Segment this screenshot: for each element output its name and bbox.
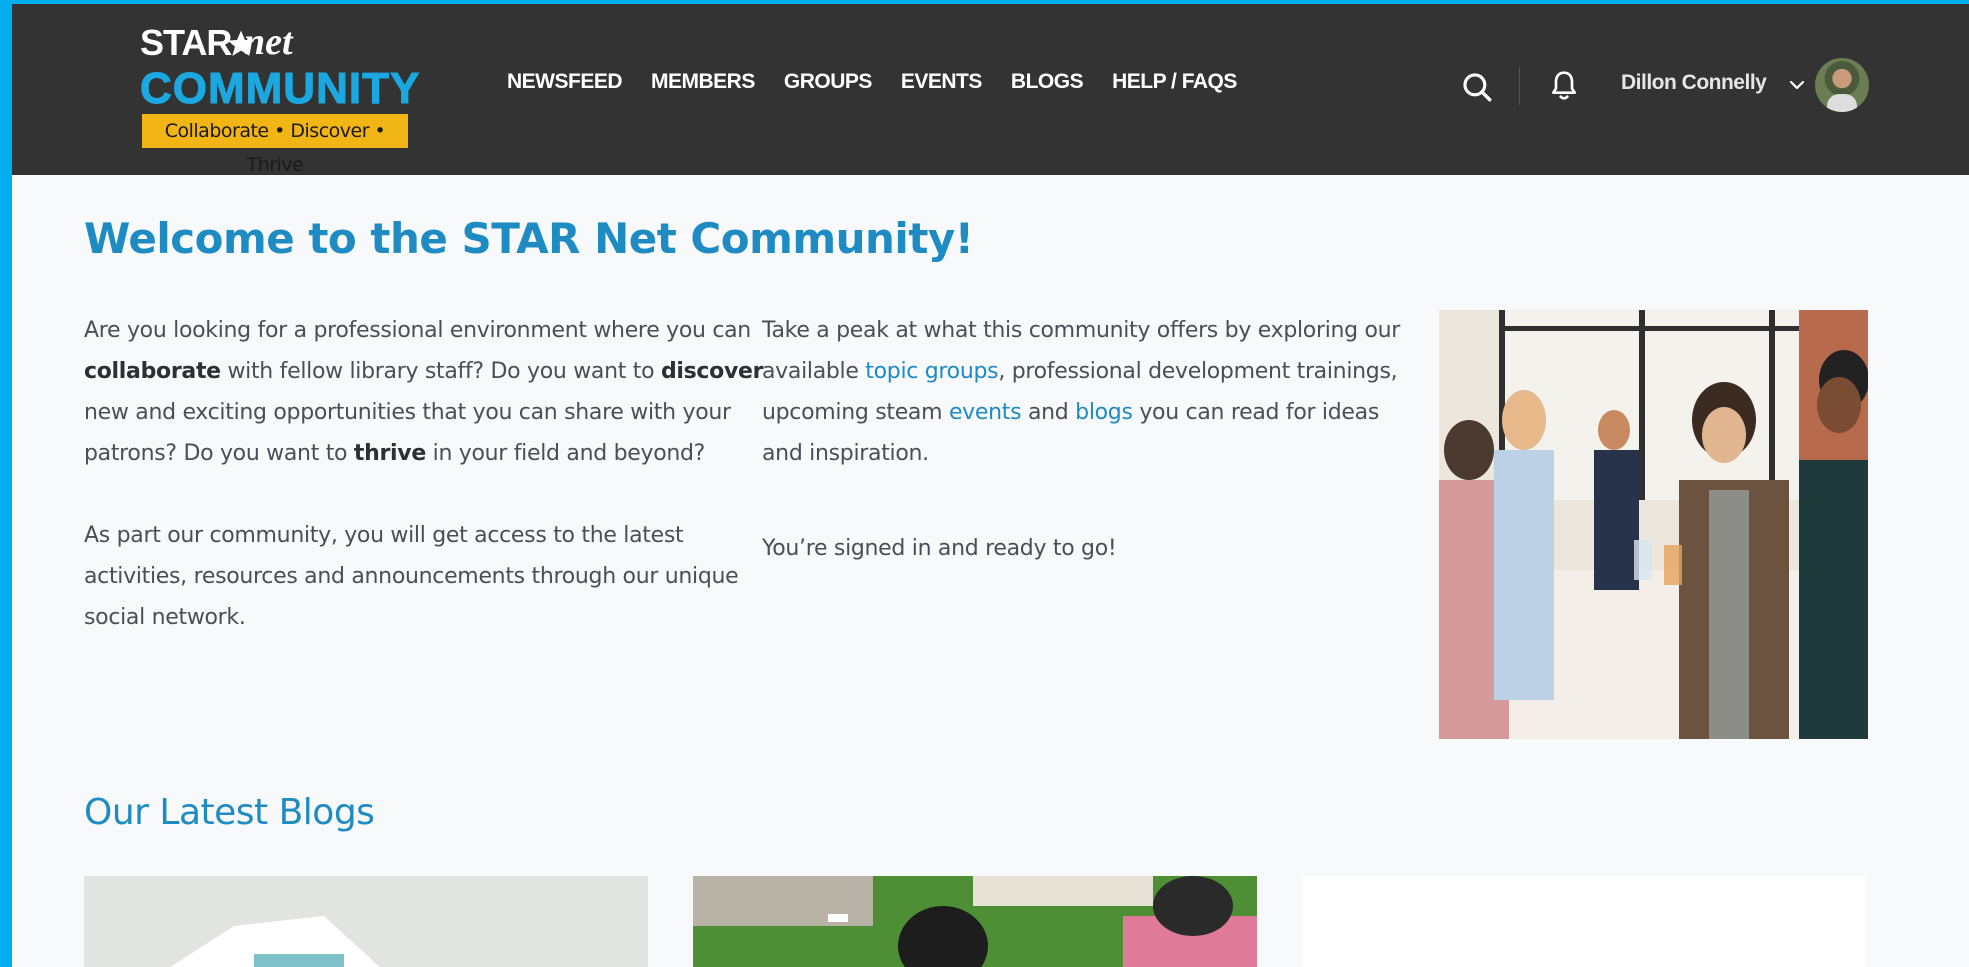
chevron-down-icon[interactable] [1788, 78, 1806, 92]
intro-paragraph-1: Are you looking for a professional envir… [84, 310, 764, 474]
header-divider [1519, 67, 1520, 105]
latest-blogs-heading: Our Latest Blogs [84, 792, 375, 833]
blog-card-image [693, 876, 1257, 967]
emphasis-discover: discover [660, 359, 764, 384]
search-button[interactable] [1460, 70, 1494, 104]
nav-item-blogs[interactable]: BLOGS [1011, 70, 1084, 94]
emphasis-thrive: thrive [353, 441, 426, 466]
page-title: Welcome to the STAR Net Community! [84, 214, 974, 263]
text-span: with fellow library staff? Do you want t… [220, 359, 661, 384]
explore-paragraph: Take a peak at what this community offer… [762, 310, 1422, 474]
logo-community-text: COMMUNITY [139, 64, 421, 114]
events-link[interactable]: events [949, 400, 1022, 425]
nav-item-events[interactable]: EVENTS [901, 70, 983, 94]
search-icon [1463, 73, 1492, 102]
nav-item-help-faqs[interactable]: HELP / FAQS [1112, 70, 1237, 94]
page: STAR net COMMUNITY Collaborate • Discove… [12, 4, 1969, 967]
people-toasting-image [1439, 310, 1868, 739]
logo-net-text: net [244, 21, 293, 63]
avatar[interactable] [1815, 58, 1869, 112]
notifications-button[interactable] [1548, 68, 1580, 104]
emphasis-collaborate: collaborate [84, 359, 221, 384]
community-photo [1439, 310, 1868, 739]
blog-card[interactable] [84, 876, 648, 967]
intro-paragraph-2: As part our community, you will get acce… [84, 523, 739, 630]
text-span: and [1021, 400, 1076, 425]
intro-column-right: Take a peak at what this community offer… [762, 310, 1422, 569]
nav-item-newsfeed[interactable]: NEWSFEED [507, 70, 623, 94]
main-nav: NEWSFEED MEMBERS GROUPS EVENTS BLOGS HEL… [507, 70, 1266, 94]
blog-card-image [84, 876, 648, 967]
intro-column-left: Are you looking for a professional envir… [84, 310, 764, 638]
nav-item-members[interactable]: MEMBERS [651, 70, 755, 94]
text-span: Are you looking for a professional envir… [84, 318, 751, 343]
logo-tagline: Collaborate • Discover • Thrive [142, 114, 408, 176]
blog-card[interactable] [693, 876, 1257, 967]
bell-icon [1552, 71, 1576, 100]
logo-star-text: STAR [140, 22, 232, 63]
top-navigation-bar: STAR net COMMUNITY Collaborate • Discove… [12, 4, 1969, 176]
signed-in-message: You’re signed in and ready to go! [762, 536, 1117, 561]
text-span: in your field and beyond? [425, 441, 706, 466]
nav-item-groups[interactable]: GROUPS [784, 70, 873, 94]
starnet-community-logo[interactable]: STAR net COMMUNITY Collaborate • Discove… [139, 21, 430, 176]
blogs-link[interactable]: blogs [1075, 400, 1133, 425]
topic-groups-link[interactable]: topic groups [865, 359, 998, 384]
user-menu-name[interactable]: Dillon Connelly [1621, 71, 1767, 95]
blog-card[interactable] [1302, 876, 1866, 967]
